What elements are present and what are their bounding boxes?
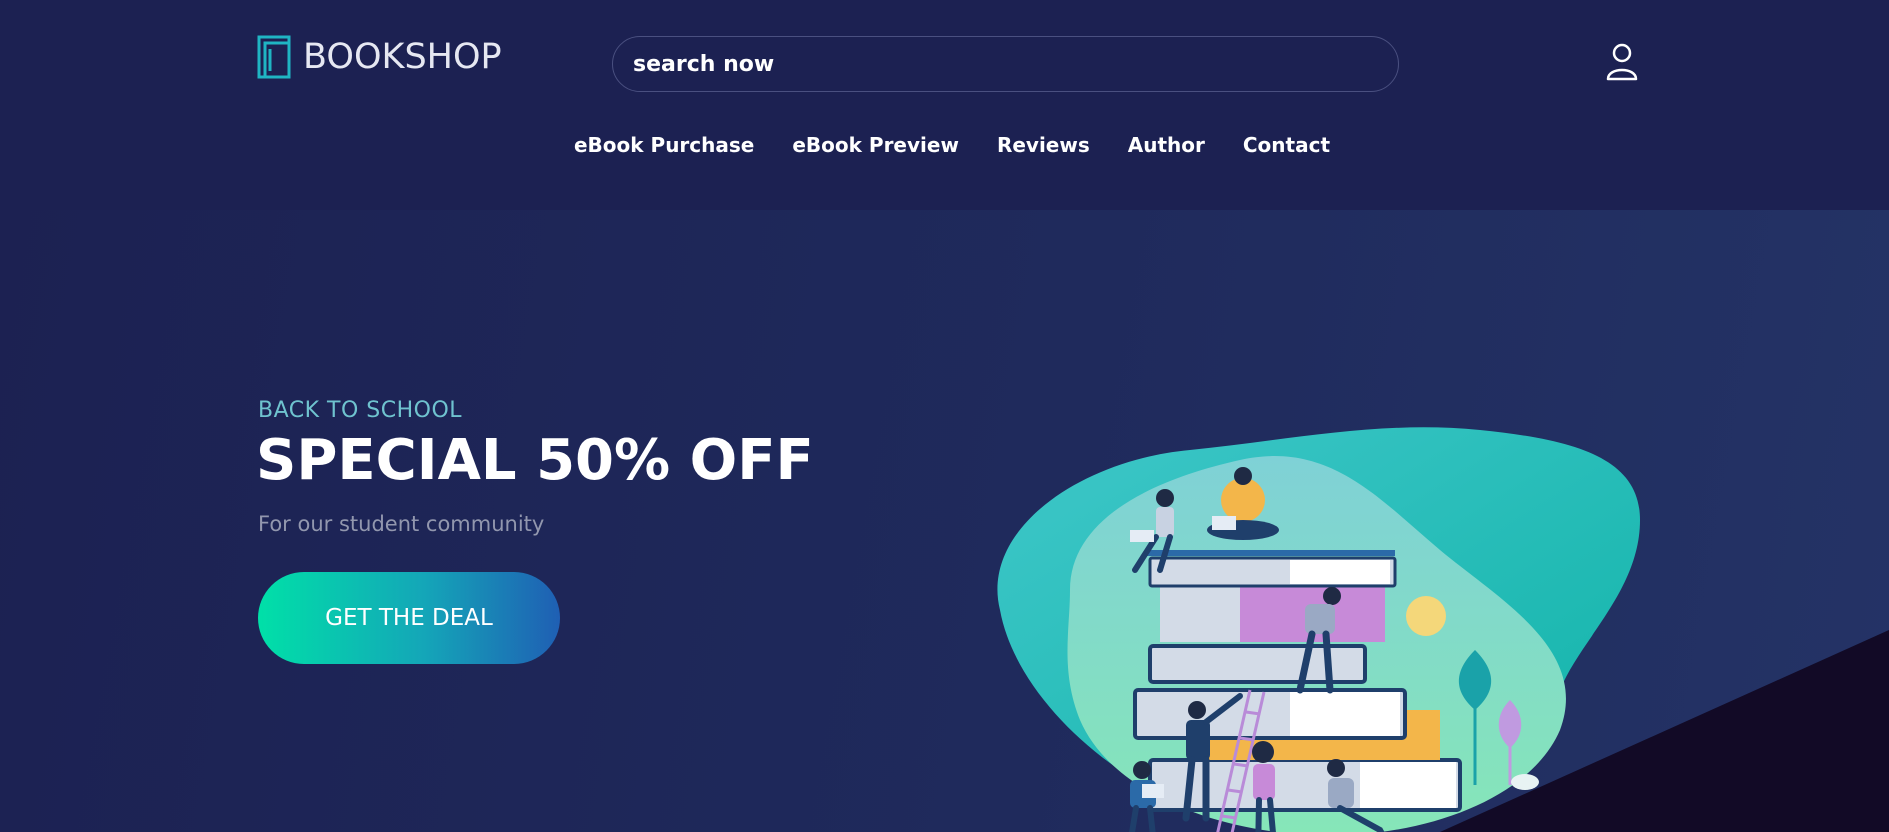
books-illustration <box>997 427 1640 832</box>
hero-headline: SPECIAL 50% OFF <box>256 428 814 493</box>
get-deal-button[interactable]: GET THE DEAL <box>258 572 560 664</box>
nav-author[interactable]: Author <box>1128 133 1205 157</box>
nav-ebook-purchase[interactable]: eBook Purchase <box>574 133 754 157</box>
nav-contact[interactable]: Contact <box>1243 133 1330 157</box>
book-icon <box>257 35 291 79</box>
nav-ebook-preview[interactable]: eBook Preview <box>792 133 959 157</box>
hero-subtitle: For our student community <box>258 512 545 536</box>
search-box <box>612 36 1399 92</box>
nav-reviews[interactable]: Reviews <box>997 133 1090 157</box>
user-icon[interactable] <box>1604 42 1640 82</box>
hero-banner: BACK TO SCHOOL SPECIAL 50% OFF For our s… <box>0 210 1889 832</box>
logo-text: BOOKSHOP <box>303 37 502 77</box>
logo[interactable]: BOOKSHOP <box>257 35 502 79</box>
search-input[interactable] <box>631 50 1398 78</box>
hero-eyebrow: BACK TO SCHOOL <box>258 398 463 423</box>
site-header: BOOKSHOP eBook Purchase eBook Preview Re… <box>0 0 1889 210</box>
main-nav: eBook Purchase eBook Preview Reviews Aut… <box>0 133 1889 157</box>
